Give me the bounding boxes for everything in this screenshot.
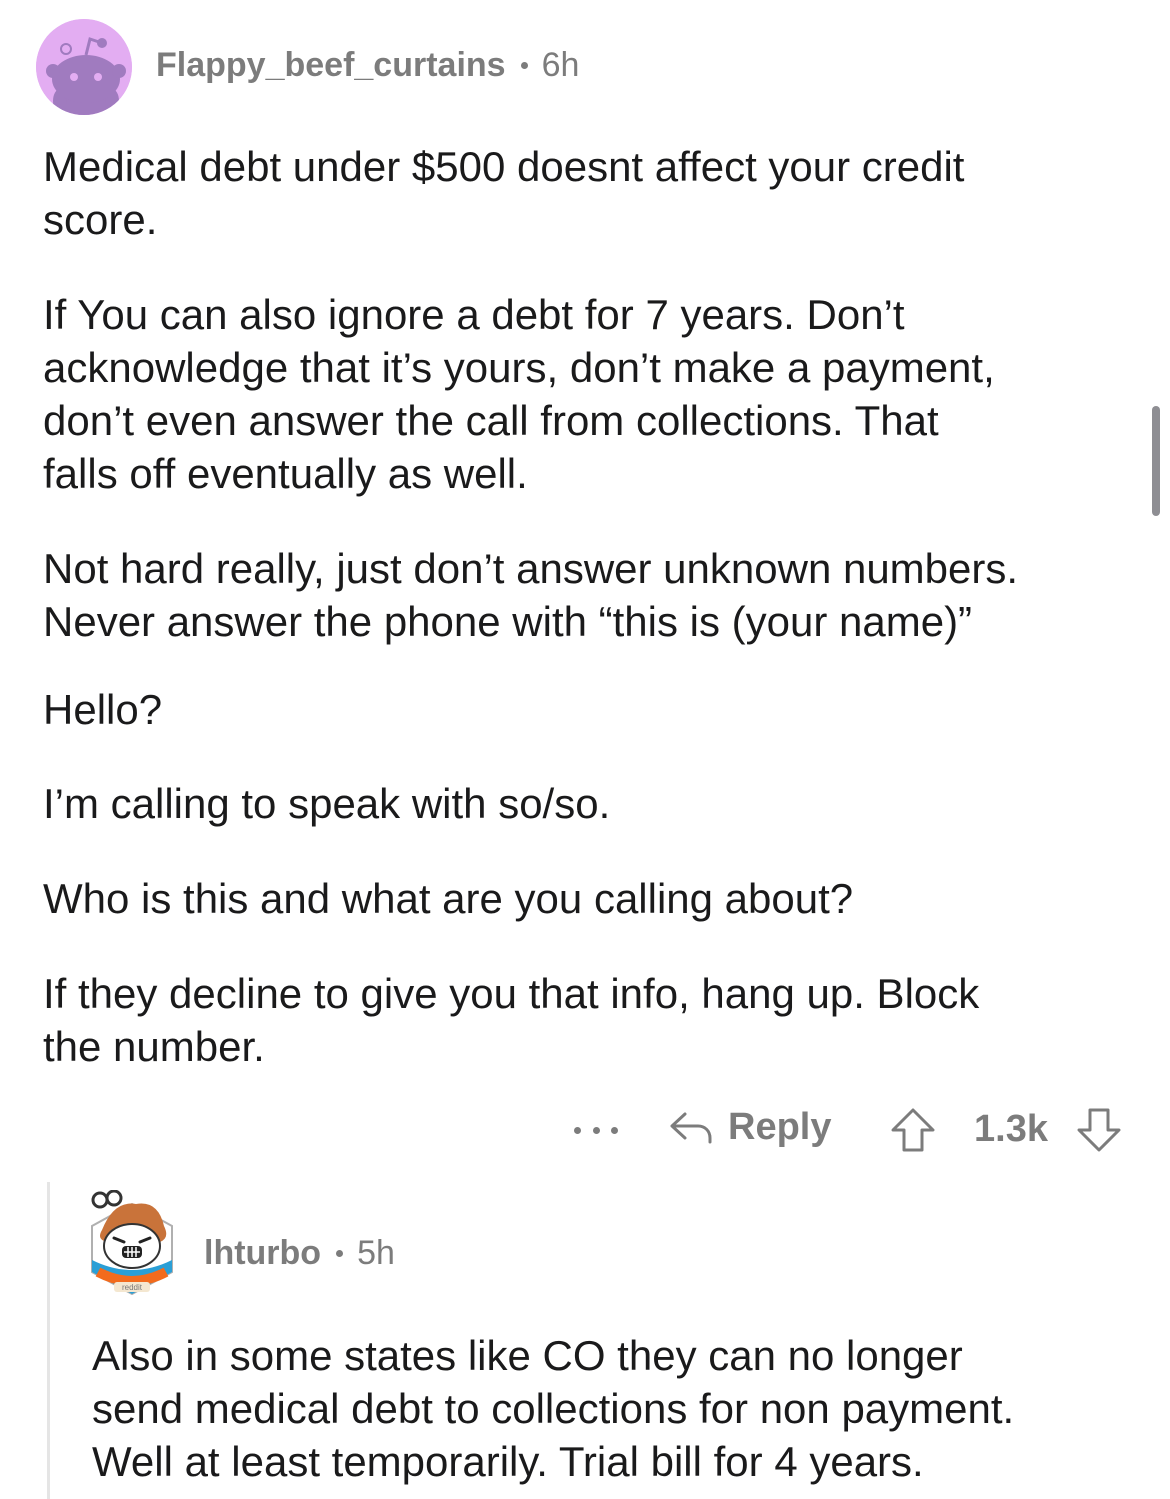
comment-paragraph: Hello? <box>43 686 163 733</box>
reply-body: Also in some states like CO they can no … <box>92 1329 1152 1488</box>
separator-dot <box>336 1250 344 1257</box>
reply-paragraph: Also in some states like CO they can no … <box>92 1332 1015 1485</box>
comment-action-bar: Reply 1.3k <box>0 1100 1170 1160</box>
thread-line[interactable] <box>47 1182 50 1499</box>
upvote-icon <box>891 1108 935 1152</box>
comment-body: Medical debt under $500 doesnt affect yo… <box>43 140 1143 1073</box>
avatar[interactable] <box>36 19 132 115</box>
avatar-badge-text: reddit <box>122 1283 143 1292</box>
downvote-button[interactable] <box>1074 1106 1124 1159</box>
reply-arrow-icon <box>670 1112 712 1143</box>
upvote-button[interactable] <box>888 1106 938 1159</box>
reply-label: Reply <box>728 1106 832 1148</box>
timestamp: 6h <box>541 46 580 84</box>
username[interactable]: lhturbo <box>204 1234 321 1273</box>
more-button[interactable] <box>574 1120 618 1140</box>
scrollbar[interactable] <box>1152 406 1160 516</box>
comment-meta: Flappy_beef_curtains 6h <box>156 46 579 85</box>
timestamp: 5h <box>357 1234 395 1272</box>
comment-paragraph: Who is this and what are you calling abo… <box>43 875 854 922</box>
reply-meta: lhturbo 5h <box>204 1234 395 1273</box>
downvote-icon <box>1077 1108 1121 1152</box>
comment-paragraph: I’m calling to speak with so/so. <box>43 780 611 827</box>
reply-button[interactable]: Reply <box>668 1106 831 1149</box>
comment-paragraph: If You can also ignore a debt for 7 year… <box>43 291 995 497</box>
custom-snoo-avatar-icon: reddit <box>91 1189 173 1296</box>
username[interactable]: Flappy_beef_curtains <box>156 46 506 85</box>
comment-paragraph: Medical debt under $500 doesnt affect yo… <box>43 143 965 243</box>
comment-paragraph: Not hard really, just don’t answer unkno… <box>43 545 1019 645</box>
vote-count: 1.3k <box>974 1108 1048 1150</box>
avatar[interactable]: reddit <box>84 1189 180 1302</box>
more-icon <box>574 1126 581 1134</box>
comment-paragraph: If they decline to give you that info, h… <box>43 970 980 1070</box>
snoo-avatar-icon <box>36 19 132 115</box>
separator-dot <box>520 62 528 69</box>
